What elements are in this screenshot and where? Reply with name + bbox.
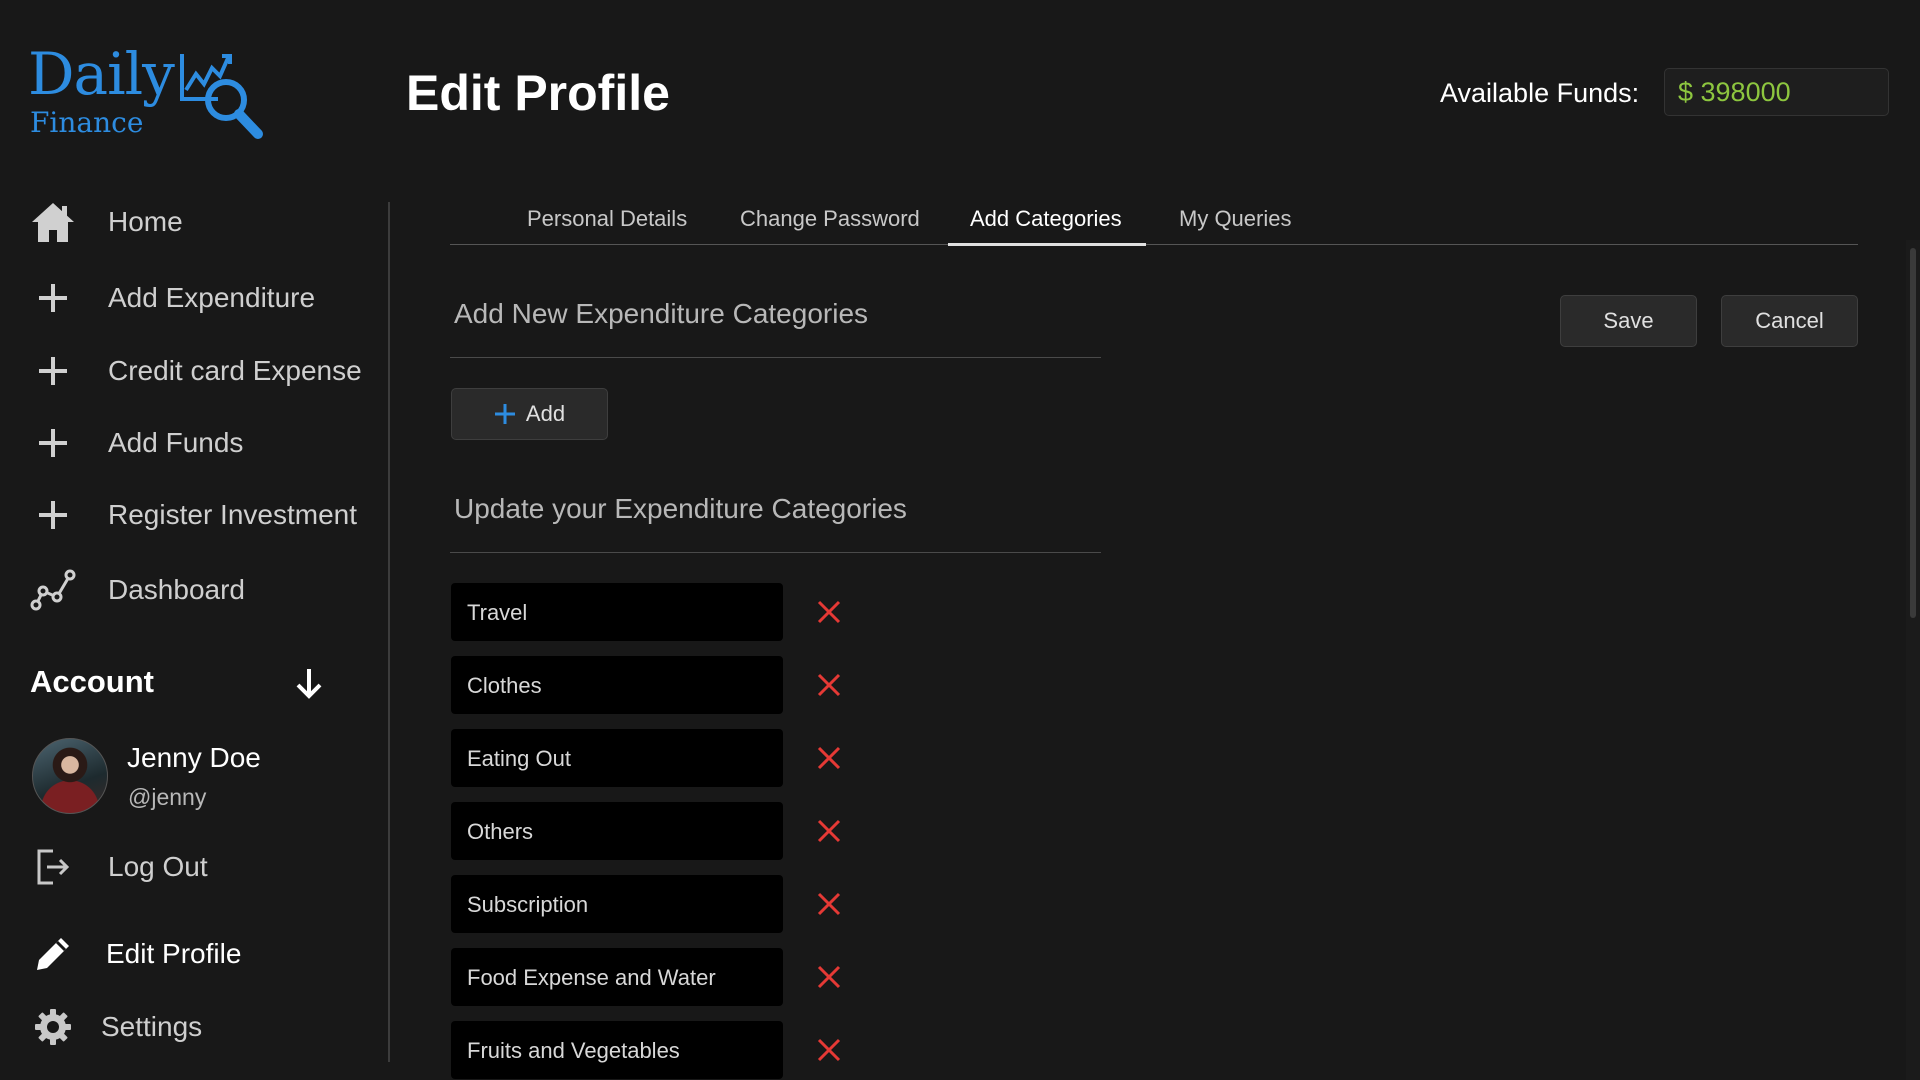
sidebar-item-label: Dashboard — [108, 574, 245, 605]
plus-icon — [28, 418, 78, 468]
available-funds-value: $ 398000 — [1664, 68, 1889, 116]
section-divider — [450, 552, 1101, 553]
delete-x-icon[interactable] — [814, 962, 844, 992]
category-row: Eating Out — [451, 729, 891, 787]
user-name: Jenny Doe — [127, 742, 261, 773]
magnifier-chart-icon — [180, 54, 263, 139]
gear-icon — [28, 1002, 78, 1052]
logo-text-finance: Finance — [30, 106, 144, 139]
app-logo: Daily Finance — [28, 40, 278, 150]
arrow-down-icon[interactable] — [294, 666, 324, 700]
sidebar-divider — [388, 202, 390, 1062]
scrollbar-thumb[interactable] — [1910, 248, 1916, 618]
category-input[interactable]: Eating Out — [451, 729, 783, 787]
sidebar-item-label: Settings — [101, 1011, 203, 1042]
sidebar-item-label: Edit Profile — [106, 938, 242, 969]
plus-icon — [494, 404, 515, 424]
sidebar-item-dashboard[interactable]: Dashboard — [28, 565, 245, 615]
sidebar-item-edit-profile[interactable]: Edit Profile — [28, 929, 241, 979]
delete-x-icon[interactable] — [814, 1035, 844, 1065]
sidebar-item-label: Home — [108, 206, 183, 237]
account-section-label: Account — [30, 664, 154, 699]
sidebar-item-add-funds[interactable]: Add Funds — [28, 418, 243, 468]
sidebar-item-label: Register Investment — [108, 499, 357, 530]
category-input[interactable]: Others — [451, 802, 783, 860]
category-input[interactable]: Clothes — [451, 656, 783, 714]
user-handle: @jenny — [128, 784, 207, 810]
category-input[interactable]: Travel — [451, 583, 783, 641]
category-row: Subscription — [451, 875, 891, 933]
category-row: Fruits and Vegetables — [451, 1021, 891, 1079]
available-funds-label: Available Funds: — [1440, 78, 1640, 108]
category-row: Others — [451, 802, 891, 860]
cancel-button[interactable]: Cancel — [1721, 295, 1858, 347]
tab-add-categories[interactable]: Add Categories — [970, 206, 1122, 232]
sidebar-item-settings[interactable]: Settings — [28, 1002, 202, 1052]
tab-personal-details[interactable]: Personal Details — [527, 206, 687, 232]
delete-x-icon[interactable] — [814, 597, 844, 627]
avatar[interactable] — [32, 738, 108, 814]
delete-x-icon[interactable] — [814, 889, 844, 919]
save-button[interactable]: Save — [1560, 295, 1697, 347]
pencil-icon — [28, 929, 78, 979]
chart-line-icon — [28, 565, 78, 615]
tabs-divider — [450, 244, 1858, 245]
logout-icon — [28, 842, 78, 892]
sidebar-item-add-expenditure[interactable]: Add Expenditure — [28, 273, 315, 323]
sidebar-item-label: Add Expenditure — [108, 282, 316, 313]
category-input[interactable]: Food Expense and Water — [451, 948, 783, 1006]
update-categories-heading: Update your Expenditure Categories — [454, 493, 907, 524]
page-title: Edit Profile — [406, 65, 670, 121]
add-category-button[interactable]: Add — [451, 388, 608, 440]
delete-x-icon[interactable] — [814, 743, 844, 773]
sidebar-item-register-investment[interactable]: Register Investment — [28, 490, 357, 540]
category-row: Clothes — [451, 656, 891, 714]
add-categories-heading: Add New Expenditure Categories — [454, 298, 869, 329]
delete-x-icon[interactable] — [814, 670, 844, 700]
sidebar-item-label: Add Funds — [108, 427, 244, 458]
delete-x-icon[interactable] — [814, 816, 844, 846]
home-icon — [28, 197, 78, 247]
category-input[interactable]: Fruits and Vegetables — [451, 1021, 783, 1079]
category-input[interactable]: Subscription — [451, 875, 783, 933]
sidebar-item-credit-card-expense[interactable]: Credit card Expense — [28, 346, 362, 396]
category-row: Travel — [451, 583, 891, 641]
tab-change-password[interactable]: Change Password — [740, 206, 920, 232]
category-row: Food Expense and Water — [451, 948, 891, 1006]
section-divider — [450, 357, 1101, 358]
sidebar-item-home[interactable]: Home — [28, 197, 183, 247]
plus-icon — [28, 273, 78, 323]
sidebar-item-label: Log Out — [108, 851, 208, 882]
sidebar-item-log-out[interactable]: Log Out — [28, 842, 208, 892]
tab-my-queries[interactable]: My Queries — [1179, 206, 1291, 232]
active-tab-indicator — [948, 243, 1146, 246]
logo-text-daily: Daily — [28, 40, 175, 108]
sidebar-item-label: Credit card Expense — [108, 355, 362, 386]
plus-icon — [28, 490, 78, 540]
plus-icon — [28, 346, 78, 396]
add-button-label: Add — [525, 401, 566, 426]
